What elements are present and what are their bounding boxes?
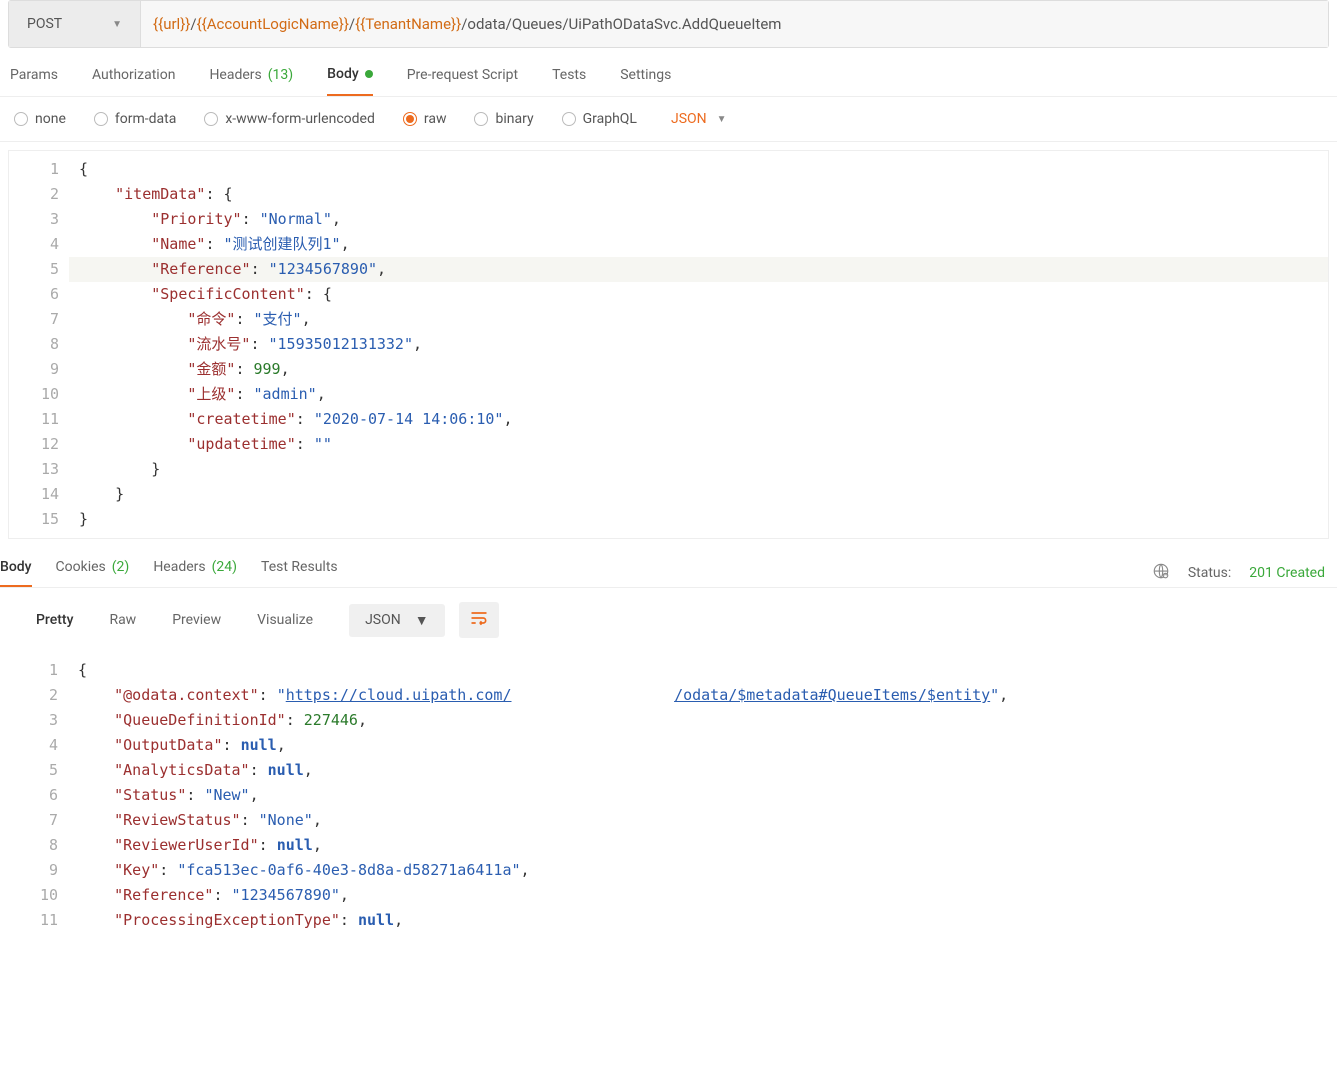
code-line[interactable]: "上级": "admin", xyxy=(69,382,1328,407)
response-format-select[interactable]: JSON ▼ xyxy=(349,604,445,637)
response-body-editor[interactable]: 1234567891011 { "@odata.context": "https… xyxy=(8,652,1329,939)
code-line[interactable]: "OutputData": null, xyxy=(68,733,1329,758)
code-line[interactable]: "updatetime": "" xyxy=(69,432,1328,457)
tab-headers[interactable]: Headers (13) xyxy=(209,66,293,96)
body-type-none[interactable]: none xyxy=(14,111,66,127)
chevron-down-icon: ▼ xyxy=(717,114,727,125)
code-line[interactable]: "命令": "支付", xyxy=(69,307,1328,332)
code-line[interactable]: "Key": "fca513ec-0af6-40e3-8d8a-d58271a6… xyxy=(68,858,1329,883)
network-icon[interactable] xyxy=(1152,562,1170,584)
http-method-select[interactable]: POST ▼ xyxy=(9,1,141,47)
body-type-graphql[interactable]: GraphQL xyxy=(562,111,637,127)
status-value: 201 Created xyxy=(1249,565,1325,581)
headers-count: (13) xyxy=(268,67,293,83)
radio-icon xyxy=(94,112,108,126)
view-mode-raw[interactable]: Raw xyxy=(91,606,154,634)
view-mode-pretty[interactable]: Pretty xyxy=(18,606,91,634)
cookies-count: (2) xyxy=(112,559,130,577)
body-type-form-data[interactable]: form-data xyxy=(94,111,176,127)
radio-icon xyxy=(474,112,488,126)
url-variable: {{url}} xyxy=(153,15,190,33)
radio-icon xyxy=(562,112,576,126)
resp-tab-test-results[interactable]: Test Results xyxy=(261,559,338,587)
resp-headers-count: (24) xyxy=(212,559,237,577)
radio-icon xyxy=(204,112,218,126)
url-segment: /odata/Queues/UiPathODataSvc.AddQueueIte… xyxy=(461,15,781,33)
code-line[interactable]: } xyxy=(69,482,1328,507)
code-line[interactable]: "Reference": "1234567890", xyxy=(69,257,1328,282)
code-line[interactable]: "Reference": "1234567890", xyxy=(68,883,1329,908)
code-line[interactable]: "@odata.context": "https://cloud.uipath.… xyxy=(68,683,1329,708)
request-tabs: Params Authorization Headers (13) Body P… xyxy=(0,48,1337,97)
resp-tab-cookies[interactable]: Cookies (2) xyxy=(56,559,130,587)
code-line[interactable]: "itemData": { xyxy=(69,182,1328,207)
code-area[interactable]: { "itemData": { "Priority": "Normal", "N… xyxy=(69,151,1328,538)
status-label: Status: xyxy=(1188,565,1231,581)
tab-params[interactable]: Params xyxy=(10,66,58,96)
code-line[interactable]: "ProcessingExceptionType": null, xyxy=(68,908,1329,933)
code-line[interactable]: { xyxy=(68,658,1329,683)
code-line[interactable]: } xyxy=(69,507,1328,532)
code-line[interactable]: "流水号": "15935012131332", xyxy=(69,332,1328,357)
tab-body[interactable]: Body xyxy=(327,66,373,96)
tab-settings[interactable]: Settings xyxy=(620,66,671,96)
url-input[interactable]: {{url}}/{{AccountLogicName}}/{{TenantNam… xyxy=(141,1,1328,47)
response-view-modes: Pretty Raw Preview Visualize JSON ▼ xyxy=(0,588,1337,652)
body-type-raw[interactable]: raw xyxy=(403,111,447,127)
http-method-value: POST xyxy=(27,16,62,32)
body-type-urlencoded[interactable]: x-www-form-urlencoded xyxy=(204,111,375,127)
tab-prerequest[interactable]: Pre-request Script xyxy=(407,66,518,96)
code-line[interactable]: "AnalyticsData": null, xyxy=(68,758,1329,783)
body-language-select[interactable]: JSON ▼ xyxy=(671,111,727,127)
body-modified-indicator-icon xyxy=(365,70,373,78)
url-variable: {{AccountLogicName}} xyxy=(197,15,349,33)
radio-icon xyxy=(403,112,417,126)
radio-icon xyxy=(14,112,28,126)
code-line[interactable]: "ReviewerUserId": null, xyxy=(68,833,1329,858)
body-type-binary[interactable]: binary xyxy=(474,111,533,127)
code-line[interactable]: "QueueDefinitionId": 227446, xyxy=(68,708,1329,733)
response-bar: Body Cookies (2) Headers (24) Test Resul… xyxy=(0,547,1337,588)
resp-tab-body[interactable]: Body xyxy=(0,559,32,587)
tab-tests[interactable]: Tests xyxy=(552,66,586,96)
chevron-down-icon: ▼ xyxy=(415,612,429,629)
code-line[interactable]: "Name": "测试创建队列1", xyxy=(69,232,1328,257)
code-line[interactable]: } xyxy=(69,457,1328,482)
code-area: { "@odata.context": "https://cloud.uipat… xyxy=(68,652,1329,939)
url-variable: {{TenantName}} xyxy=(355,15,461,33)
code-line[interactable]: "ReviewStatus": "None", xyxy=(68,808,1329,833)
view-mode-preview[interactable]: Preview xyxy=(154,606,239,634)
code-line[interactable]: "Priority": "Normal", xyxy=(69,207,1328,232)
code-line[interactable]: "金额": 999, xyxy=(69,357,1328,382)
code-line[interactable]: "SpecificContent": { xyxy=(69,282,1328,307)
chevron-down-icon: ▼ xyxy=(112,19,122,30)
url-bar: POST ▼ {{url}}/{{AccountLogicName}}/{{Te… xyxy=(8,0,1329,48)
tab-authorization[interactable]: Authorization xyxy=(92,66,175,96)
line-gutter: 123456789101112131415 xyxy=(9,151,69,538)
code-line[interactable]: { xyxy=(69,157,1328,182)
resp-tab-headers[interactable]: Headers (24) xyxy=(153,559,237,587)
code-line[interactable]: "Status": "New", xyxy=(68,783,1329,808)
view-mode-visualize[interactable]: Visualize xyxy=(239,606,331,634)
body-type-selector: none form-data x-www-form-urlencoded raw… xyxy=(0,97,1337,142)
wrap-lines-button[interactable] xyxy=(459,602,499,638)
line-gutter: 1234567891011 xyxy=(8,652,68,939)
request-body-editor[interactable]: 123456789101112131415 { "itemData": { "P… xyxy=(8,150,1329,539)
code-line[interactable]: "createtime": "2020-07-14 14:06:10", xyxy=(69,407,1328,432)
